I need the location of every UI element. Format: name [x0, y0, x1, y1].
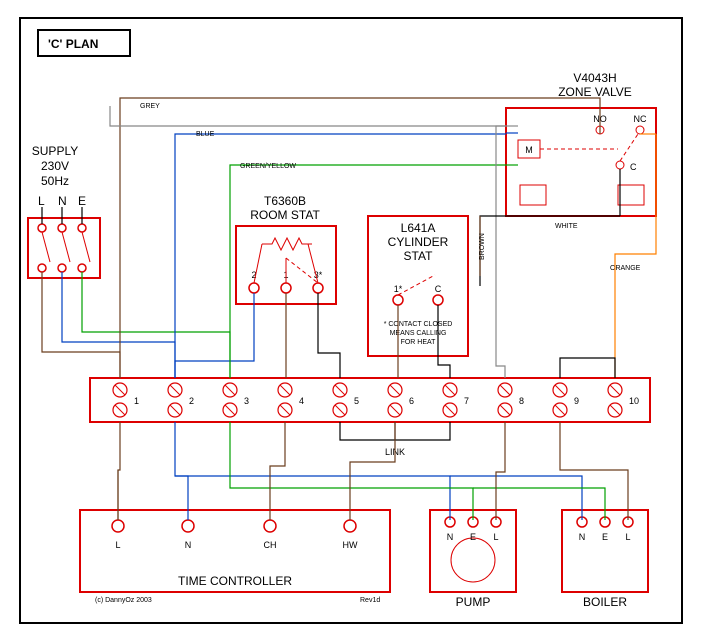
- supply-E: E: [78, 194, 86, 208]
- room-stat: T6360B ROOM STAT 2 1 3*: [236, 194, 336, 304]
- wire-roomstat2-N: [175, 293, 254, 378]
- supply-term-L-bot: [38, 264, 46, 272]
- lbl-blue: BLUE: [196, 131, 215, 138]
- wire-N-pump: [175, 476, 450, 520]
- wire-orange-J10: [615, 254, 646, 378]
- lbl-white: WHITE: [555, 223, 578, 230]
- wire-J9-boilerL: [560, 422, 628, 520]
- svg-text:E: E: [602, 532, 608, 542]
- zone-M: M: [525, 145, 533, 155]
- svg-text:7: 7: [464, 396, 469, 406]
- supply-block: SUPPLY 230V 50Hz L N E: [28, 144, 100, 278]
- wire-J6-HW: [350, 422, 395, 520]
- supply-L: L: [38, 194, 45, 208]
- supply-N: N: [58, 194, 67, 208]
- wire-J4-CH: [270, 422, 285, 520]
- wire-supply-L: [42, 272, 120, 378]
- zone-C-term: [616, 161, 624, 169]
- svg-text:L: L: [115, 540, 120, 550]
- svg-text:L: L: [625, 532, 630, 542]
- supply-term-E-bot: [78, 264, 86, 272]
- supply-term-N-bot: [58, 264, 66, 272]
- supply-voltage: 230V: [41, 159, 69, 173]
- svg-text:T6360B: T6360B: [264, 194, 306, 208]
- boiler: N E L BOILER: [562, 510, 648, 609]
- wire-roomstat3-J5: [318, 293, 340, 378]
- svg-text:5: 5: [354, 396, 359, 406]
- switch-L: [42, 232, 50, 262]
- supply-label: SUPPLY: [32, 144, 78, 158]
- wire-J9-J10-top: [560, 358, 615, 378]
- svg-text:6: 6: [409, 396, 414, 406]
- svg-text:2: 2: [189, 396, 194, 406]
- wire-supply-N: [62, 272, 175, 378]
- svg-text:NC: NC: [634, 114, 647, 124]
- svg-text:CYLINDER: CYLINDER: [388, 235, 449, 249]
- svg-text:N: N: [579, 532, 586, 542]
- svg-text:L: L: [493, 532, 498, 542]
- svg-text:FOR HEAT: FOR HEAT: [401, 339, 437, 346]
- svg-text:N: N: [185, 540, 192, 550]
- valve-body-R: [618, 185, 644, 205]
- zone-label: ZONE VALVE: [558, 85, 632, 99]
- svg-text:HW: HW: [343, 540, 358, 550]
- lbl-brown: BROWN: [479, 233, 486, 260]
- svg-text:9: 9: [574, 396, 579, 406]
- pump: N E L PUMP: [430, 510, 516, 609]
- svg-text:1: 1: [134, 396, 139, 406]
- wire-E-boiler: [473, 488, 605, 520]
- copyright: (c) DannyOz 2003: [95, 597, 152, 604]
- svg-text:E: E: [470, 532, 476, 542]
- lbl-grey: GREY: [140, 103, 160, 110]
- wire-supply-E: [82, 272, 230, 378]
- svg-text:N: N: [447, 532, 454, 542]
- svg-text:C: C: [435, 284, 442, 294]
- svg-text:1*: 1*: [394, 284, 403, 294]
- svg-text:4: 4: [299, 396, 304, 406]
- svg-text:C: C: [630, 162, 637, 172]
- wire-J8-pumpL: [496, 422, 505, 520]
- svg-text:CH: CH: [264, 540, 277, 550]
- time-controller: L N CH HW TIME CONTROLLER: [80, 510, 390, 592]
- wire-N-TC: [175, 422, 188, 520]
- wire-cylC-J7: [438, 305, 450, 378]
- wire-grey-J8: [496, 126, 506, 378]
- revision: Rev1d: [360, 597, 380, 604]
- svg-text:10: 10: [629, 396, 639, 406]
- supply-term-E-top: [78, 224, 86, 232]
- zone-valve: V4043H ZONE VALVE M NO NC C: [506, 71, 656, 216]
- svg-text:BOILER: BOILER: [583, 595, 627, 609]
- svg-text:3: 3: [244, 396, 249, 406]
- junction-block: 1 2 3 4 5: [90, 378, 650, 422]
- svg-text:ROOM STAT: ROOM STAT: [250, 208, 320, 222]
- switch-N: [62, 232, 70, 262]
- svg-text:PUMP: PUMP: [456, 595, 491, 609]
- wiring-diagram: 'C' PLAN SUPPLY 230V 50Hz L N E V4043H Z…: [0, 0, 702, 641]
- switch-E: [82, 232, 90, 262]
- zone-model: V4043H: [573, 71, 616, 85]
- svg-text:STAT: STAT: [404, 249, 434, 263]
- svg-text:TIME CONTROLLER: TIME CONTROLLER: [178, 574, 292, 588]
- cylinder-stat: L641A CYLINDER STAT 1* C * CONTACT CLOSE…: [368, 216, 468, 356]
- svg-text:L641A: L641A: [401, 221, 436, 235]
- wire-N-zone: [175, 134, 506, 378]
- svg-text:8: 8: [519, 396, 524, 406]
- svg-text:* CONTACT CLOSED: * CONTACT CLOSED: [384, 321, 453, 328]
- diagram-title: 'C' PLAN: [48, 37, 98, 51]
- supply-term-N-top: [58, 224, 66, 232]
- supply-term-L-top: [38, 224, 46, 232]
- valve-body-L: [520, 185, 546, 205]
- lbl-gy: GREEN/YELLOW: [240, 163, 296, 170]
- zone-NC-term: [636, 126, 644, 134]
- wire-E-pump: [230, 422, 473, 520]
- supply-freq: 50Hz: [41, 174, 69, 188]
